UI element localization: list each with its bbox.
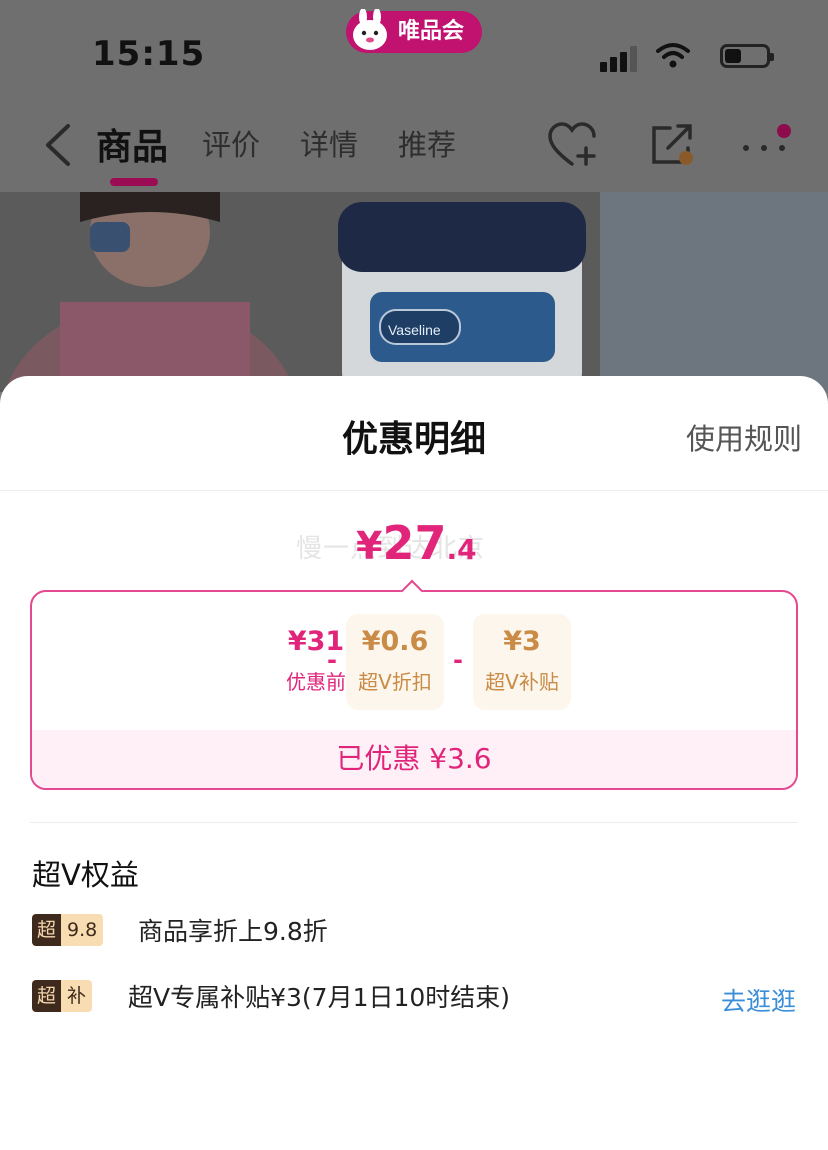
svg-text:Vaseline: Vaseline xyxy=(388,322,441,338)
benefit-text: 超V专属补贴¥3(7月1日10时结束) xyxy=(128,983,511,1012)
minus-sign: - xyxy=(453,646,463,674)
benefit-text: 商品享折上9.8折 xyxy=(138,917,328,946)
price-breakdown-box: ¥31 优惠前 - ¥0.6 超V折扣 - ¥3 超V补贴 已优惠 ¥3.6 xyxy=(30,590,798,790)
total-saved-bar: 已优惠 ¥3.6 xyxy=(32,730,796,788)
status-time: 15:15 xyxy=(92,34,206,74)
share-icon[interactable] xyxy=(648,122,698,168)
final-price: ¥27.4 xyxy=(356,516,477,570)
browse-link[interactable]: 去逛逛 xyxy=(721,982,796,1018)
active-tab-indicator xyxy=(110,178,158,186)
supervip-discount-label: 超V折扣 xyxy=(358,670,432,694)
discount-detail-sheet: 优惠明细 使用规则 慢一点到达北京 ¥27.4 ¥31 优惠前 - ¥0.6 超… xyxy=(0,376,828,1150)
divider xyxy=(30,822,798,823)
product-photo: Vaseline xyxy=(0,192,828,392)
battery-icon xyxy=(720,44,774,68)
badge-left: 超V xyxy=(32,980,62,1012)
price-integer: 27 xyxy=(382,516,447,570)
minus-sign: - xyxy=(327,646,337,674)
rabbit-mascot-icon xyxy=(353,9,387,50)
status-bar: 15:15 唯品会 xyxy=(0,0,828,100)
tab-reviews[interactable]: 评价 xyxy=(202,122,260,164)
final-price-area: 慢一点到达北京 ¥27.4 xyxy=(0,516,828,576)
status-icons xyxy=(600,42,774,72)
supervip-discount-amount: ¥0.6 xyxy=(361,626,429,657)
divider xyxy=(0,490,828,491)
vip-app-pill[interactable]: 唯品会 xyxy=(346,9,482,53)
product-image: Vaseline xyxy=(0,192,828,392)
supervip-subsidy-label: 超V补贴 xyxy=(485,670,559,694)
vip-app-label: 唯品会 xyxy=(398,19,465,44)
more-icon[interactable] xyxy=(740,124,796,154)
tab-recommend[interactable]: 推荐 xyxy=(398,122,456,164)
tab-product[interactable]: 商品 xyxy=(96,118,168,170)
price-currency: ¥ xyxy=(356,524,383,568)
usage-rules-link[interactable]: 使用规则 xyxy=(686,416,802,458)
tab-details[interactable]: 详情 xyxy=(300,122,358,164)
benefits-section-title: 超V权益 xyxy=(32,858,139,892)
badge-left: 超V xyxy=(32,914,62,946)
badge-right: 补贴 xyxy=(61,980,93,1012)
wifi-icon xyxy=(656,43,690,68)
supervip-discount-item: ¥0.6 超V折扣 xyxy=(346,614,444,710)
favorite-heart-icon[interactable] xyxy=(548,122,598,168)
price-decimal: .4 xyxy=(446,533,477,566)
product-nav-bar: 商品 评价 详情 推荐 xyxy=(0,100,828,192)
back-arrow-icon[interactable] xyxy=(40,122,76,168)
badge-right: 9.8折 xyxy=(61,914,104,946)
supervip-subsidy-amount: ¥3 xyxy=(503,626,541,657)
supervip-subsidy-badge: 超V 补贴 xyxy=(32,980,93,1012)
supervip-discount-badge: 超V 9.8折 xyxy=(32,914,104,946)
supervip-subsidy-item: ¥3 超V补贴 xyxy=(473,614,571,710)
